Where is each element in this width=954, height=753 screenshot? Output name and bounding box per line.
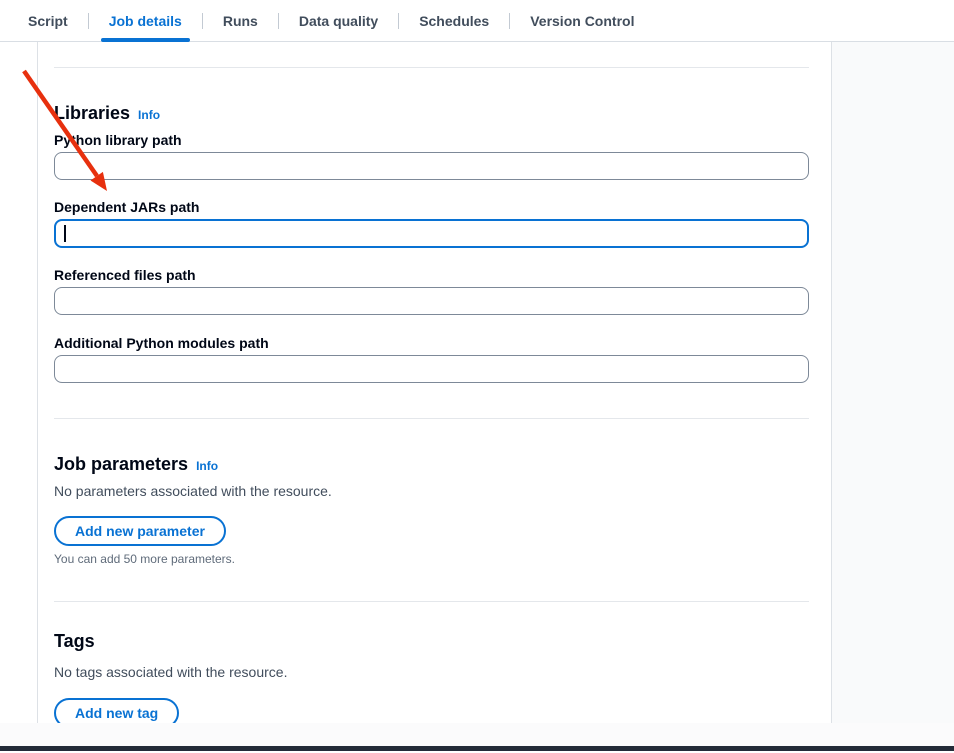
- tab-label: Job details: [109, 13, 182, 29]
- tab-version-control[interactable]: Version Control: [510, 0, 654, 41]
- referenced-files-path-label: Referenced files path: [54, 265, 809, 285]
- tab-bar: Script Job details Runs Data quality Sch…: [0, 0, 954, 42]
- dependent-jars-path-input[interactable]: [54, 219, 809, 248]
- tab-script[interactable]: Script: [8, 0, 88, 41]
- left-gutter: [0, 42, 37, 723]
- tags-title: Tags: [54, 630, 95, 652]
- python-library-path-label: Python library path: [54, 130, 809, 150]
- add-new-parameter-button[interactable]: Add new parameter: [54, 516, 226, 546]
- libraries-info-link[interactable]: Info: [138, 107, 160, 123]
- libraries-section-header: Libraries Info: [54, 102, 809, 124]
- section-divider: [54, 418, 809, 419]
- tab-label: Schedules: [419, 13, 489, 29]
- section-divider: [54, 67, 809, 68]
- tags-section-header: Tags: [54, 630, 809, 652]
- job-parameters-empty-text: No parameters associated with the resour…: [54, 481, 809, 501]
- dependent-jars-path-input-wrap: [54, 219, 809, 248]
- bottom-strip: [0, 723, 954, 746]
- job-parameters-title: Job parameters: [54, 453, 188, 475]
- job-parameters-helper-text: You can add 50 more parameters.: [54, 551, 809, 567]
- referenced-files-path-input[interactable]: [54, 287, 809, 315]
- job-parameters-info-link[interactable]: Info: [196, 458, 218, 474]
- tab-label: Version Control: [530, 13, 634, 29]
- tab-data-quality[interactable]: Data quality: [279, 0, 398, 41]
- additional-python-modules-path-label: Additional Python modules path: [54, 333, 809, 353]
- job-parameters-section-header: Job parameters Info: [54, 453, 809, 475]
- tab-runs[interactable]: Runs: [203, 0, 278, 41]
- additional-python-modules-path-input[interactable]: [54, 355, 809, 383]
- tags-empty-text: No tags associated with the resource.: [54, 662, 809, 682]
- tab-label: Data quality: [299, 13, 378, 29]
- add-new-tag-button[interactable]: Add new tag: [54, 698, 179, 723]
- libraries-title: Libraries: [54, 102, 130, 124]
- right-gutter: [832, 42, 954, 723]
- tab-schedules[interactable]: Schedules: [399, 0, 509, 41]
- tab-job-details[interactable]: Job details: [89, 0, 202, 41]
- job-details-panel: Libraries Info Python library path Depen…: [37, 42, 832, 723]
- tab-label: Script: [28, 13, 68, 29]
- tab-label: Runs: [223, 13, 258, 29]
- dependent-jars-path-label: Dependent JARs path: [54, 197, 809, 217]
- section-divider: [54, 601, 809, 602]
- page-body: Libraries Info Python library path Depen…: [0, 42, 954, 723]
- glue-job-details-page: Script Job details Runs Data quality Sch…: [0, 0, 954, 753]
- python-library-path-input[interactable]: [54, 152, 809, 180]
